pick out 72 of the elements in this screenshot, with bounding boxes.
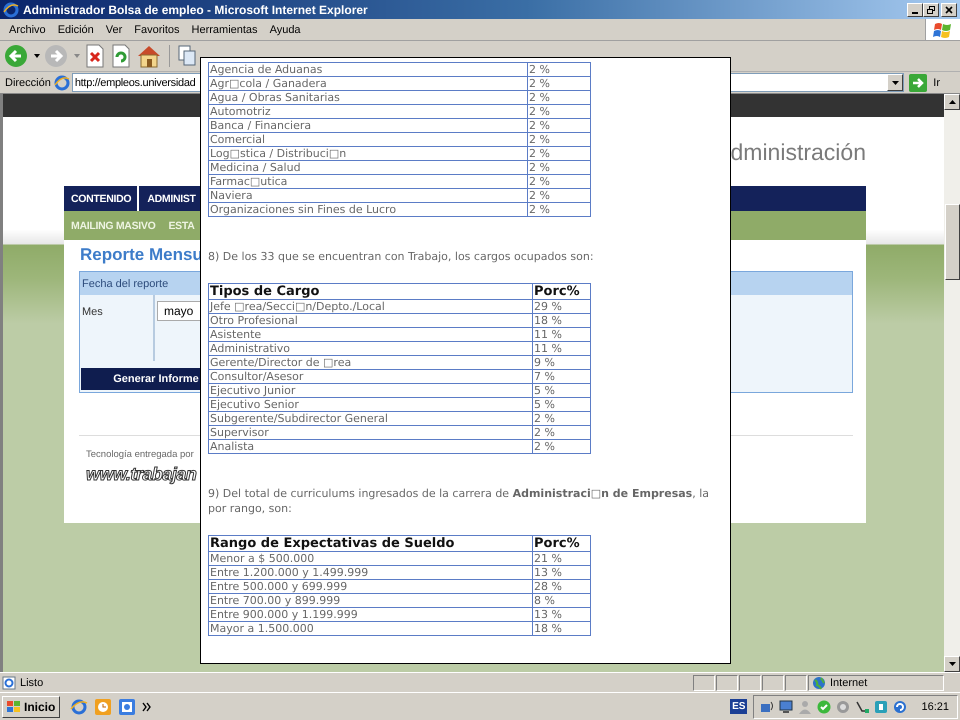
table-cell: 18 % (532, 314, 590, 328)
table-cell: Consultor/Asesor (208, 370, 532, 384)
column-header: Tipos de Cargo (208, 284, 532, 300)
table-cell: Farmac□utica (208, 174, 528, 188)
table-cell: 11 % (532, 342, 590, 356)
column-header: Rango de Expectativas de Sueldo (208, 536, 532, 552)
table-cell: Gerente/Director de □rea (208, 356, 532, 370)
question-text: 9) Del total de curriculums ingresados de la carrera de Administraci□n de Empresas, la por rango, son: (208, 486, 710, 516)
table-cell: 9 % (532, 356, 590, 370)
field-label: Mes (80, 295, 155, 361)
table-cell: 2 % (528, 90, 590, 104)
table-cell: Medicina / Salud (208, 160, 528, 174)
table-cell: Agencia de Aduanas (208, 62, 528, 76)
table-cell: 2 % (528, 118, 590, 132)
table-cell: 2 % (528, 202, 590, 216)
table-cell: 2 % (528, 146, 590, 160)
table-cell: Ejecutivo Junior (208, 384, 532, 398)
table-cell: 21 % (532, 552, 590, 566)
address-label: Dirección (5, 76, 51, 88)
table-cell: Otro Profesional (208, 314, 532, 328)
table-cell: 2 % (528, 174, 590, 188)
table-cell: 2 % (528, 188, 590, 202)
table-cell: 2 % (528, 104, 590, 118)
table-cell: 18 % (532, 622, 590, 636)
table-cell: Asistente (208, 328, 532, 342)
table-cell: Banca / Financiera (208, 118, 528, 132)
table-cell: Entre 500.000 y 699.999 (208, 580, 532, 594)
window-title: Administrador Bolsa de empleo - Microsoft Internet Explorer (23, 2, 369, 16)
table-cell: Naviera (208, 188, 528, 202)
zone-text: Internet (830, 676, 868, 688)
table-cell: Log□stica / Distribuci□n (208, 146, 528, 160)
table-cell: Agua / Obras Sanitarias (208, 90, 528, 104)
table-cell: 2 % (532, 426, 590, 440)
table-cell: 2 % (528, 76, 590, 90)
table-cell: Jefe □rea/Secci□n/Depto./Local (208, 300, 532, 314)
status-text: Listo (20, 676, 44, 688)
clock-time: 16:21 (921, 700, 949, 712)
table-cell: Analista (208, 440, 532, 454)
table-cell: 2 % (532, 412, 590, 426)
table-cell: Automotriz (208, 104, 528, 118)
page-heading: Reporte Mensu (80, 245, 203, 266)
question-text: 8) De los 33 que se encuentran con Trabajo, los cargos ocupados son: (208, 249, 595, 264)
table-cell: 2 % (528, 160, 590, 174)
table-cell: Supervisor (208, 426, 532, 440)
table-cell: Subgerente/Subdirector General (208, 412, 532, 426)
table-cell: Ejecutivo Senior (208, 398, 532, 412)
table-cell: 28 % (532, 580, 590, 594)
table-cell: 8 % (532, 594, 590, 608)
table-cell: Agr□cola / Ganadera (208, 76, 528, 90)
table-cell: Menor a $ 500.000 (208, 552, 532, 566)
table-cell: 7 % (532, 370, 590, 384)
table-cell: Entre 1.200.000 y 1.499.999 (208, 566, 532, 580)
table-cell: Entre 900.000 y 1.199.999 (208, 608, 532, 622)
table-cell: 11 % (532, 328, 590, 342)
table-cell: Organizaciones sin Fines de Lucro (208, 202, 528, 216)
table-cell: 13 % (532, 608, 590, 622)
table-cell: 2 % (528, 132, 590, 146)
table-cell: Mayor a 1.500.000 (208, 622, 532, 636)
table-cell: 2 % (532, 440, 590, 454)
column-header: Porc% (532, 536, 590, 552)
footer-logo: www.trabajan (86, 464, 198, 485)
table-cell: 2 % (528, 62, 590, 76)
table-cell: Administrativo (208, 342, 532, 356)
column-header: Porc% (532, 284, 590, 300)
table-cell: Comercial (208, 132, 528, 146)
table-cell: 5 % (532, 398, 590, 412)
table-cell: Entre 700.00 y 899.999 (208, 594, 532, 608)
footer-text: Tecnología entregada por (86, 449, 195, 460)
site-title: dministración (730, 139, 866, 166)
table-cell: 29 % (532, 300, 590, 314)
table-cell: 13 % (532, 566, 590, 580)
table-cell: 5 % (532, 384, 590, 398)
